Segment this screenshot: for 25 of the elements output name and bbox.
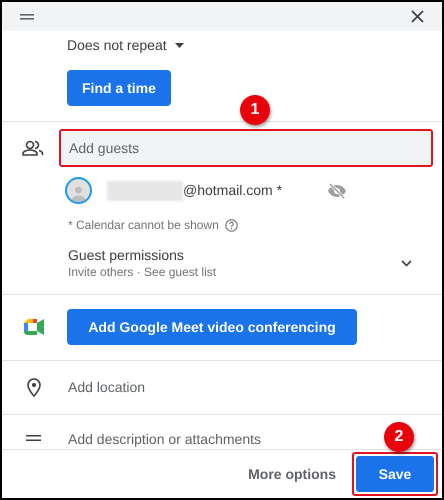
eye-slash-icon [327, 182, 348, 198]
find-time-button[interactable]: Find a time [67, 70, 171, 106]
video-camera-logo-icon [24, 319, 44, 335]
add-location-field[interactable]: Add location [68, 377, 146, 398]
callout-badge: 2 [384, 422, 414, 452]
callout-badge: 1 [240, 95, 270, 125]
drag-handle-icon [20, 14, 34, 20]
add-guests-field[interactable]: Add guests [59, 129, 433, 167]
chevron-down-icon[interactable] [401, 260, 412, 266]
add-description-field[interactable]: Add description or attachments [68, 431, 261, 447]
save-button[interactable]: Save [356, 456, 434, 492]
people-icon [22, 140, 44, 156]
guest-email: @hotmail.com * [183, 181, 282, 200]
avatar-icon [65, 177, 92, 204]
guest-permissions-title: Guest permissions [68, 246, 185, 264]
close-icon[interactable] [411, 10, 424, 23]
dropdown-arrow-icon[interactable] [174, 42, 184, 48]
text-lines-icon [26, 435, 41, 441]
location-pin-icon [27, 378, 41, 397]
calendar-note: * Calendar cannot be shown [68, 217, 219, 234]
recurrence-dropdown[interactable]: Does not repeat [67, 34, 167, 56]
help-icon[interactable] [224, 218, 238, 232]
meet-button[interactable]: Add Google Meet video conferencing [67, 309, 357, 345]
more-options-button[interactable]: More options [246, 464, 338, 484]
guest-permissions-summary: Invite others · See guest list [68, 264, 218, 280]
